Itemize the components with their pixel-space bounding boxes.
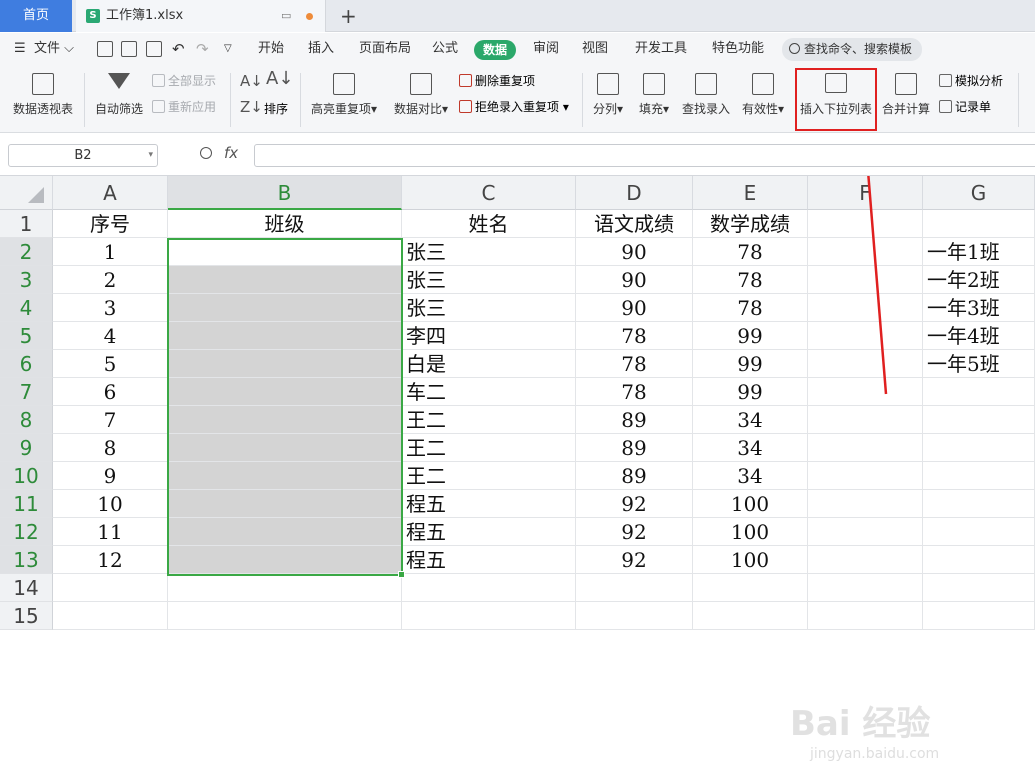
new-tab-button[interactable]: + (340, 0, 357, 32)
menu-file-label: 文件 (34, 41, 61, 56)
lookup-entry-label: 查找录入 (681, 102, 730, 116)
spreadsheet-icon: S (86, 9, 100, 23)
name-box-value: B2 (74, 148, 92, 163)
menu-start[interactable]: 开始 (258, 33, 284, 65)
data-compare-button[interactable]: 数据对比▾ (388, 73, 454, 117)
filter-icon (108, 73, 130, 89)
fill-icon (643, 73, 665, 95)
lookup-entry-button[interactable]: 查找录入 (680, 73, 732, 117)
chevron-down-icon[interactable]: ▾ (148, 145, 153, 166)
watermark-url: jingyan.baidu.com (810, 746, 940, 762)
remove-duplicates-label: 删除重复项 (475, 74, 536, 88)
autofilter-label: 自动筛选 (94, 102, 143, 116)
reject-duplicates-label: 拒绝录入重复项 (475, 100, 560, 114)
save-icon[interactable] (97, 41, 113, 57)
highlight-duplicates-icon (333, 73, 355, 95)
record-form-icon (939, 100, 952, 113)
split-column-label: 分列▾ (592, 102, 624, 116)
menu-formula[interactable]: 公式 (432, 33, 458, 65)
menu-developer[interactable]: 开发工具 (635, 33, 687, 65)
menu-features[interactable]: 特色功能 (712, 33, 764, 65)
reapply-label: 重新应用 (168, 100, 217, 114)
reapply-button[interactable]: 重新应用 (152, 99, 216, 115)
menu-insert[interactable]: 插入 (308, 33, 334, 65)
command-search-placeholder: 查找命令、搜索模板 (804, 42, 913, 56)
undo-icon[interactable]: ↶ (172, 33, 185, 65)
remove-duplicates-icon (459, 74, 472, 87)
divider (84, 73, 85, 127)
menu-page-layout[interactable]: 页面布局 (359, 33, 411, 65)
sort-ascending-icon[interactable]: A↓ (240, 73, 263, 89)
formula-input[interactable] (254, 144, 1035, 167)
consolidate-button[interactable]: 合并计算 (880, 73, 932, 117)
tab-workbook[interactable]: S 工作簿1.xlsx ▭ (76, 0, 326, 32)
record-form-label: 记录单 (955, 100, 992, 114)
pivot-table-icon (32, 73, 54, 95)
validity-icon (752, 73, 774, 95)
print-icon[interactable] (121, 41, 137, 57)
print-preview-icon[interactable] (146, 41, 162, 57)
sort-icon[interactable]: A↓ (266, 70, 293, 88)
record-form-button[interactable]: 记录单 (939, 99, 991, 115)
menu-bar: ☰ 文件 ⌵ ↶ ↷ ▽ 开始 插入 页面布局 公式 数据 审阅 视图 开发工具… (0, 33, 1035, 65)
tab-home[interactable]: 首页 (0, 0, 72, 32)
data-compare-icon (410, 73, 432, 95)
menu-view[interactable]: 视图 (582, 33, 608, 65)
reapply-icon (152, 100, 165, 113)
show-all-label: 全部显示 (168, 74, 217, 88)
menu-file[interactable]: 文件 ⌵ (34, 33, 74, 65)
unsaved-dot-icon (306, 13, 313, 20)
divider (582, 73, 583, 127)
hamburger-icon[interactable]: ☰ (14, 33, 26, 65)
name-box[interactable]: B2 ▾ (8, 144, 158, 167)
what-if-analysis-icon (939, 74, 952, 87)
redo-icon[interactable]: ↷ (196, 33, 209, 65)
split-column-button[interactable]: 分列▾ (588, 73, 628, 117)
annotation-highlight-box (795, 68, 877, 131)
consolidate-label: 合并计算 (881, 102, 930, 116)
monitor-icon[interactable]: ▭ (281, 0, 291, 32)
watermark-logo: Bai 经验 (790, 704, 931, 744)
validity-label: 有效性▾ (741, 102, 785, 116)
sort-descending-icon[interactable]: Z↓ (240, 99, 263, 115)
annotation-arrow (867, 176, 888, 395)
validity-button[interactable]: 有效性▾ (738, 73, 788, 117)
menu-data[interactable]: 数据 (474, 40, 516, 60)
show-all-button[interactable]: 全部显示 (152, 73, 216, 89)
command-search[interactable]: 查找命令、搜索模板 (782, 38, 922, 61)
pivot-table-button[interactable]: 数据透视表 (10, 73, 76, 117)
divider (230, 73, 231, 127)
pivot-table-label: 数据透视表 (12, 102, 73, 116)
divider (300, 73, 301, 127)
fill-button[interactable]: 填充▾ (634, 73, 674, 117)
what-if-analysis-label: 模拟分析 (955, 74, 1004, 88)
ribbon-data: 数据透视表 自动筛选 全部显示 重新应用 A↓ A↓ Z↓ 排序 高亮重复项▾ … (0, 65, 1035, 133)
show-all-icon (152, 74, 165, 87)
split-column-icon (597, 73, 619, 95)
zoom-icon[interactable] (200, 147, 212, 159)
tab-bar: 首页 S 工作簿1.xlsx ▭ + (0, 0, 1035, 32)
search-icon (789, 43, 800, 54)
highlight-duplicates-label: 高亮重复项▾ (310, 102, 378, 116)
tab-workbook-label: 工作簿1.xlsx (106, 8, 184, 23)
data-compare-label: 数据对比▾ (393, 102, 449, 116)
fx-icon[interactable]: fx (224, 144, 238, 162)
remove-duplicates-button[interactable]: 删除重复项 (459, 73, 535, 89)
divider (1018, 73, 1019, 127)
fill-label: 填充▾ (638, 102, 670, 116)
consolidate-icon (895, 73, 917, 95)
highlight-duplicates-button[interactable]: 高亮重复项▾ (306, 73, 382, 117)
sort-button[interactable]: 排序 (264, 101, 288, 117)
autofilter-button[interactable]: 自动筛选 (92, 73, 146, 117)
formula-tools: fx (200, 144, 238, 162)
reject-duplicates-icon (459, 100, 472, 113)
menu-review[interactable]: 审阅 (533, 33, 559, 65)
formula-bar: B2 ▾ fx (0, 134, 1035, 176)
lookup-entry-icon (695, 73, 717, 95)
spreadsheet-grid: A B C D E F G 1 序号 班级 姓名 语文成绩 数学成绩 2 1 张三 90 78 一年1班 3 2 张三 90… (0, 176, 1035, 762)
reject-duplicates-button[interactable]: 拒绝录入重复项 ▾ (459, 99, 569, 115)
what-if-analysis-button[interactable]: 模拟分析 (939, 73, 1003, 89)
customize-qa-icon[interactable]: ▽ (224, 33, 232, 65)
